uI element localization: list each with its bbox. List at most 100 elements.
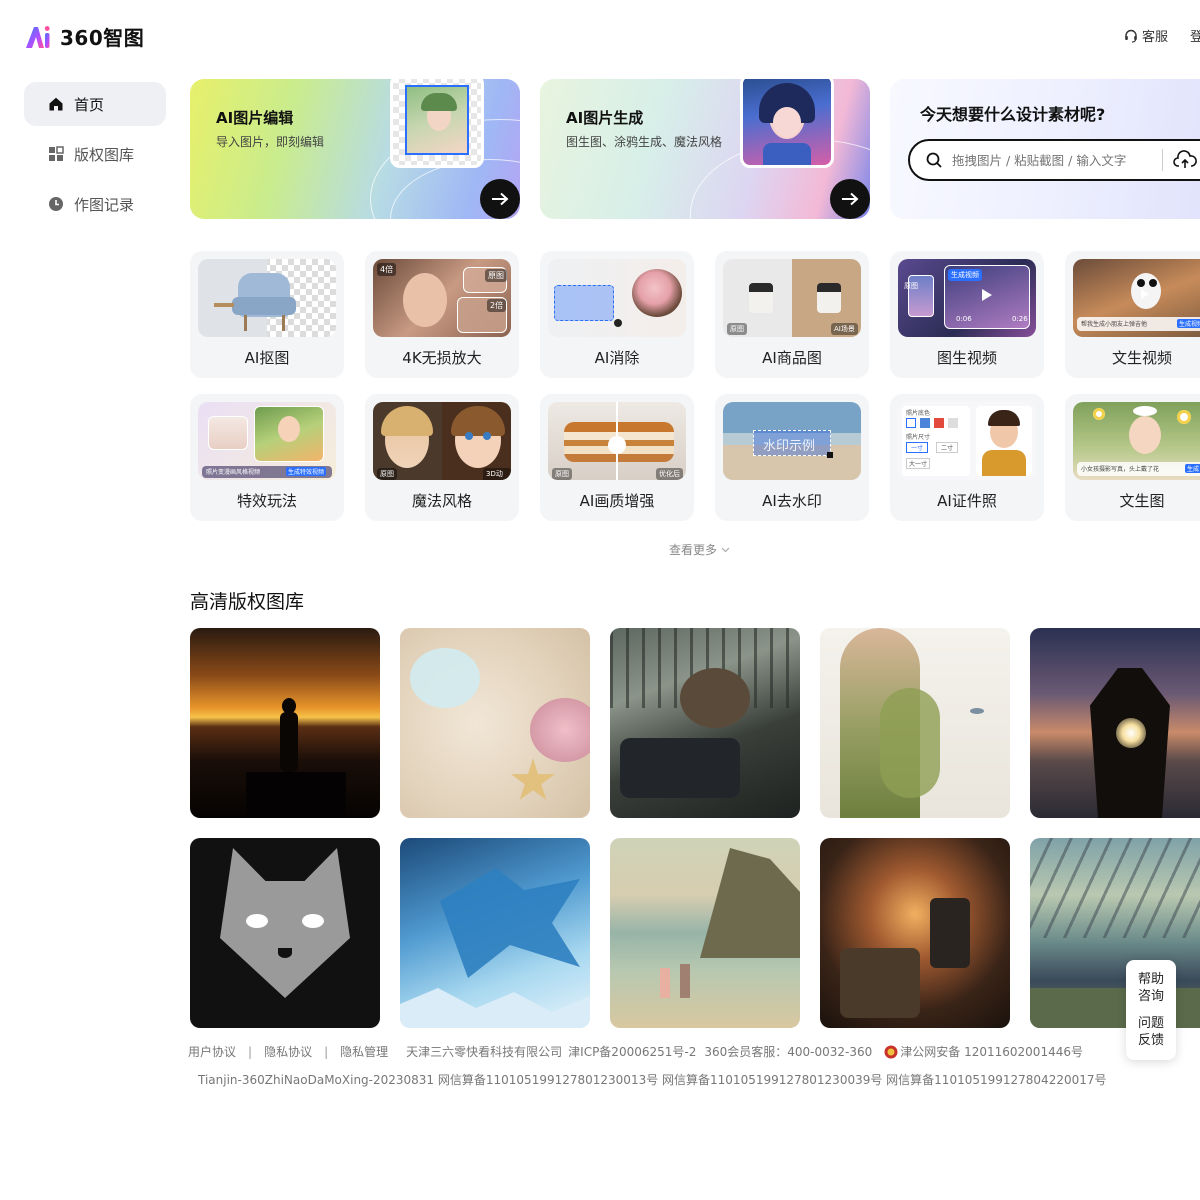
gallery-photo-seashells[interactable] <box>400 628 590 818</box>
tool-label: AI商品图 <box>762 349 822 367</box>
opt-size-1: 一寸 <box>906 442 929 453</box>
tag-2x: 2倍 <box>487 299 507 312</box>
gallery-photo-robot-battle[interactable] <box>820 838 1010 1028</box>
tool-card-cutout[interactable]: AI抠图 <box>190 251 344 378</box>
search-prompt-title: 今天想要什么设计素材呢? <box>920 105 1106 124</box>
tag-original: 原图 <box>727 323 747 335</box>
customer-service-label: 客服 <box>1141 30 1168 45</box>
login-link[interactable]: 登录 <box>1190 26 1200 45</box>
search-icon <box>926 152 942 168</box>
divider: | <box>248 1044 253 1059</box>
tool-card-erase[interactable]: AI消除 <box>540 251 694 378</box>
tool-image: 4倍 原图 2倍 <box>373 259 511 337</box>
privacy-agreement-link[interactable]: 隐私协议 <box>264 1043 312 1060</box>
tool-label: 4K无损放大 <box>402 349 482 367</box>
upload-cloud-icon[interactable] <box>1173 150 1197 170</box>
tool-card-watermark[interactable]: 水印示例 AI去水印 <box>715 394 869 521</box>
tool-card-image-to-video[interactable]: 原图 生成视频 0:06 0:26 图生视频 <box>890 251 1044 378</box>
gallery-photo-nature-woman[interactable] <box>820 628 1010 818</box>
logo[interactable]: 360智图 <box>24 22 144 51</box>
see-more-link[interactable]: 查看更多 <box>669 541 730 558</box>
gallery-photo-ice-dragon[interactable] <box>400 838 590 1028</box>
search-input[interactable] <box>952 152 1152 168</box>
tool-image: 帮我生成小朋友上弹吉他 生成视频 <box>1073 259 1200 337</box>
banner-go-button[interactable] <box>480 179 520 219</box>
gallery-title: 高清版权图库 <box>190 591 305 613</box>
tool-image: 小女孩摄影写真，头上戴了花 生成 <box>1073 402 1200 480</box>
feedback-button[interactable]: 问题 反馈 <box>1135 1015 1167 1049</box>
footer-algorithm-records: Tianjin-360ZhiNaoDaMoXing-20230831 网信算备1… <box>198 1073 1107 1087</box>
tool-image: 原图 AI场景 <box>723 259 861 337</box>
tool-card-text-to-image[interactable]: 小女孩摄影写真，头上戴了花 生成 文生图 <box>1065 394 1200 521</box>
tool-card-effects[interactable]: 照片变漫画风格视频 生成特效视频 特效玩法 <box>190 394 344 521</box>
logo-text: 360智图 <box>60 26 145 50</box>
tool-label: AI抠图 <box>244 349 290 367</box>
tool-label: 图生视频 <box>936 349 997 367</box>
tool-label: 魔法风格 <box>411 492 472 510</box>
gallery-photo-impressionist-coast[interactable] <box>610 838 800 1028</box>
banner-go-button[interactable] <box>830 179 870 219</box>
tag-original: 原图 <box>485 269 507 282</box>
tag-ai-scene: AI场景 <box>831 323 858 335</box>
tool-card-id-photo[interactable]: 照片底色 照片尺寸 一寸 二寸 大一寸 AI证件照 <box>890 394 1044 521</box>
banner-title: AI图片生成 <box>566 109 644 127</box>
company-name: 天津三六零快看科技有限公司 <box>406 1045 563 1059</box>
prompt-text: 照片变漫画风格视频 <box>206 469 261 476</box>
tool-label: AI消除 <box>594 349 640 367</box>
sidebar: 首页 版权图库 作图记录 <box>24 82 166 232</box>
banner-subtitle: 导入图片，即刻编辑 <box>216 135 325 149</box>
opt-size: 照片尺寸 <box>906 434 931 441</box>
tool-label: 文生图 <box>1119 492 1165 510</box>
tool-image <box>198 259 336 337</box>
prompt-text: 小女孩摄影写真，头上戴了花 <box>1081 466 1160 473</box>
banner-edit-thumbnail <box>390 79 484 168</box>
hotline: 360会员客服：400-0032-360 <box>704 1045 873 1059</box>
opt-bg-color: 照片底色 <box>906 410 931 417</box>
tool-card-text-to-video[interactable]: 帮我生成小朋友上弹吉他 生成视频 文生视频 <box>1065 251 1200 378</box>
prompt-text: 帮我生成小朋友上弹吉他 <box>1081 321 1148 328</box>
tool-image: 原图 生成视频 0:06 0:26 <box>898 259 1036 337</box>
banner-ai-image-edit[interactable]: AI图片编辑 导入图片，即刻编辑 <box>190 79 520 219</box>
tag-generate-video: 生成视频 <box>1177 319 1200 328</box>
tag-optimized: 优化后 <box>656 468 683 480</box>
tool-label: AI去水印 <box>762 492 822 510</box>
help-consult-button[interactable]: 帮助 咨询 <box>1135 971 1167 1005</box>
banner-search: 今天想要什么设计素材呢? <box>890 79 1200 219</box>
police-record[interactable]: 津公网安备 12011602001446号 <box>884 1043 1083 1060</box>
chevron-down-icon <box>721 547 730 552</box>
tool-image: 原图 优化后 <box>548 402 686 480</box>
tool-image: 照片底色 照片尺寸 一寸 二寸 大一寸 <box>898 402 1036 480</box>
sidebar-item-label: 版权图库 <box>74 145 135 164</box>
tag-original: 原图 <box>377 468 397 480</box>
tool-card-product[interactable]: 原图 AI场景 AI商品图 <box>715 251 869 378</box>
gallery-photo-steampunk-train[interactable] <box>610 628 800 818</box>
grid-icon <box>49 146 64 161</box>
gallery-photo-lighthouse[interactable] <box>1030 628 1200 818</box>
divider: | <box>324 1044 329 1059</box>
icp-link[interactable]: 津ICP备20006251号-2 <box>568 1043 696 1060</box>
tool-card-enhance[interactable]: 原图 优化后 AI画质增强 <box>540 394 694 521</box>
gallery-photo-sunset[interactable] <box>190 628 380 818</box>
tag-original: 原图 <box>552 468 572 480</box>
search-box[interactable] <box>908 139 1200 181</box>
tool-card-magic-style[interactable]: 原图 3D动漫 魔法风格 <box>365 394 519 521</box>
top-right-nav: 客服 登录 <box>1124 26 1200 45</box>
user-agreement-link[interactable]: 用户协议 <box>188 1043 236 1060</box>
sidebar-item-library[interactable]: 版权图库 <box>24 132 166 176</box>
privacy-management-link[interactable]: 隐私管理 <box>340 1043 388 1060</box>
opt-size-3: 大一寸 <box>906 458 931 469</box>
banner-ai-image-generate[interactable]: AI图片生成 图生图、涂鸦生成、魔法风格 <box>540 79 870 219</box>
sidebar-item-home[interactable]: 首页 <box>24 82 166 126</box>
customer-service-link[interactable]: 客服 <box>1124 26 1168 45</box>
gallery-photo-cat[interactable] <box>190 838 380 1028</box>
watermark-sample: 水印示例 <box>763 439 816 454</box>
tool-image: 原图 3D动漫 <box>373 402 511 480</box>
sidebar-item-history[interactable]: 作图记录 <box>24 182 166 226</box>
police-badge-icon <box>884 1045 898 1058</box>
tool-label: 特效玩法 <box>236 492 297 510</box>
tag-original: 原图 <box>904 282 918 290</box>
tool-card-upscale[interactable]: 4倍 原图 2倍 4K无损放大 <box>365 251 519 378</box>
search-divider <box>1162 149 1163 171</box>
headset-icon <box>1125 29 1137 43</box>
time-start: 0:06 <box>956 315 972 323</box>
